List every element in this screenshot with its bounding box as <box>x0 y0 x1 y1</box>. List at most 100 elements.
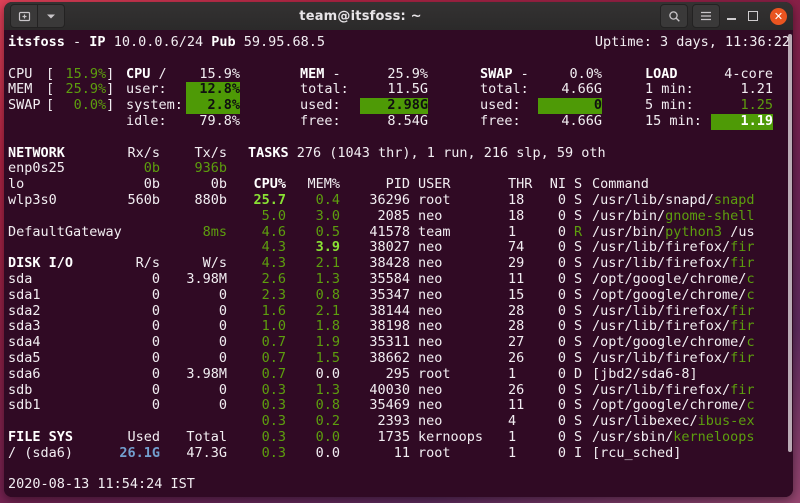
task-row: 4.6 0.5 41578 team 1 0 R /usr/bin/python… <box>248 225 793 241</box>
close-button[interactable]: ✕ <box>770 8 787 25</box>
state-column-header[interactable]: S <box>574 177 588 193</box>
meter-value: 0.0% <box>54 98 106 114</box>
swap-stat-row: used: 0 <box>480 98 602 114</box>
task-user: team <box>418 225 508 241</box>
task-row: 0.3 0.2 2393 neo 4 0 S /usr/libexec/ibus… <box>248 414 793 430</box>
task-command: /usr/bin/gnome-shell <box>592 209 793 225</box>
tasks-summary-text: 276 (1043 thr), 1 run, 216 slp, 59 oth <box>289 146 606 162</box>
stat-value: 4.66G <box>538 82 602 98</box>
task-cpu: 0.7 <box>248 351 286 367</box>
task-cpu: 0.3 <box>248 383 286 399</box>
bracket-close: ] <box>106 98 114 114</box>
task-user: kernoops <box>418 430 508 446</box>
task-state: S <box>574 383 588 399</box>
stat-label: total: <box>480 82 538 98</box>
network-row: lo 0b 0b <box>8 177 227 193</box>
bracket-open: [ <box>46 98 54 114</box>
load-stat-row: 1 min: 1.21 <box>645 82 773 98</box>
task-nice: 0 <box>548 335 566 351</box>
task-user: neo <box>418 304 508 320</box>
new-tab-button[interactable] <box>10 4 38 28</box>
search-button[interactable] <box>660 4 688 28</box>
task-pid: 1735 <box>340 430 410 446</box>
task-state: S <box>574 209 588 225</box>
read-value: 0 <box>114 319 160 335</box>
task-pid: 2085 <box>340 209 410 225</box>
task-user: neo <box>418 319 508 335</box>
mem-panel-title: MEM <box>300 66 324 82</box>
task-user: neo <box>418 256 508 272</box>
task-pid: 38027 <box>340 240 410 256</box>
task-mem: 0.0 <box>286 367 340 383</box>
stat-label: free: <box>480 114 538 130</box>
stat-label: 1 min: <box>645 82 711 98</box>
load-panel-header: LOAD 4-core <box>645 67 773 83</box>
ni-column-header[interactable]: NI <box>548 177 566 193</box>
load-stat-row: 15 min: 1.19 <box>645 114 773 130</box>
host-ip-line: itsfoss - IP 10.0.0.6/24 Pub 59.95.68.5 <box>8 35 325 51</box>
task-mem: 0.8 <box>286 288 340 304</box>
task-state: I <box>574 446 588 462</box>
cpu-panel: CPU / 15.9% user: 12.8% system: 2.8% <box>126 67 240 130</box>
task-nice: 0 <box>548 225 566 241</box>
ip-value: 10.0.0.6/24 <box>106 34 212 50</box>
rx-header: Rx/s <box>114 146 160 162</box>
task-threads: 26 <box>508 383 548 399</box>
task-mem: 3.9 <box>286 240 340 256</box>
task-command: /usr/bin/python3 /us <box>592 225 793 241</box>
tab-switcher-button[interactable] <box>38 4 65 28</box>
task-cpu: 4.3 <box>248 256 286 272</box>
task-row: 2.3 0.8 35347 neo 15 0 S /opt/google/chr… <box>248 288 793 304</box>
task-row: 0.7 1.9 35311 neo 27 0 S /opt/google/chr… <box>248 335 793 351</box>
pid-column-header[interactable]: PID <box>340 177 410 193</box>
stat-label: system: <box>126 98 186 114</box>
disk-row: sda2 0 0 <box>8 304 227 320</box>
disk-panel: DISK I/O R/s W/s sda 0 3.98M sda1 0 0 <box>8 256 227 414</box>
command-column-header[interactable]: Command <box>592 177 793 193</box>
task-user: root <box>418 193 508 209</box>
mem-column-header[interactable]: MEM% <box>286 177 340 193</box>
task-threads: 26 <box>508 351 548 367</box>
task-cpu: 4.3 <box>248 240 286 256</box>
stat-value: 1.25 <box>711 98 773 114</box>
maximize-icon <box>748 11 758 21</box>
network-row: enp0s25 0b 936b <box>8 161 227 177</box>
task-command: /opt/google/chrome/c <box>592 272 793 288</box>
load-cores: 4-core <box>711 67 773 83</box>
task-mem: 1.5 <box>286 351 340 367</box>
task-state: S <box>574 414 588 430</box>
menu-button[interactable] <box>692 4 720 28</box>
task-row: 0.7 0.0 295 root 1 0 D [jbd2/sda6-8] <box>248 367 793 383</box>
task-user: root <box>418 367 508 383</box>
task-nice: 0 <box>548 319 566 335</box>
thr-column-header[interactable]: THR <box>508 177 548 193</box>
cpu-column-header[interactable]: CPU% <box>248 177 286 193</box>
task-mem: 0.5 <box>286 225 340 241</box>
task-row: 25.7 0.4 36296 root 18 0 S /usr/lib/snap… <box>248 193 793 209</box>
stat-value: 2.8% <box>186 98 240 114</box>
read-value: 0 <box>114 304 160 320</box>
scrollbar[interactable] <box>788 34 792 452</box>
task-pid: 38428 <box>340 256 410 272</box>
chevron-down-icon <box>46 13 56 20</box>
close-icon: ✕ <box>774 11 783 22</box>
network-panel: NETWORK Rx/s Tx/s enp0s25 0b 936b lo 0b <box>8 146 227 241</box>
stat-value: 2.98G <box>360 98 428 114</box>
interface-name: wlp3s0 <box>8 193 114 209</box>
tx-value: 0b <box>160 177 227 193</box>
task-state: S <box>574 319 588 335</box>
task-threads: 28 <box>508 304 548 320</box>
disk-name: sda <box>8 272 114 288</box>
task-state: S <box>574 288 588 304</box>
minimize-button[interactable] <box>720 5 742 27</box>
task-threads: 27 <box>508 335 548 351</box>
task-mem: 1.3 <box>286 383 340 399</box>
task-command: /usr/lib/firefox/fir <box>592 240 793 256</box>
maximize-button[interactable] <box>742 5 764 27</box>
user-column-header[interactable]: USER <box>418 177 508 193</box>
cpu-panel-header: CPU / 15.9% <box>126 67 240 83</box>
read-value: 0 <box>114 272 160 288</box>
swap-panel-header: SWAP - 0.0% <box>480 67 602 83</box>
stat-value: 0 <box>538 98 602 114</box>
task-row: 0.7 1.5 38662 neo 26 0 S /usr/lib/firefo… <box>248 351 793 367</box>
